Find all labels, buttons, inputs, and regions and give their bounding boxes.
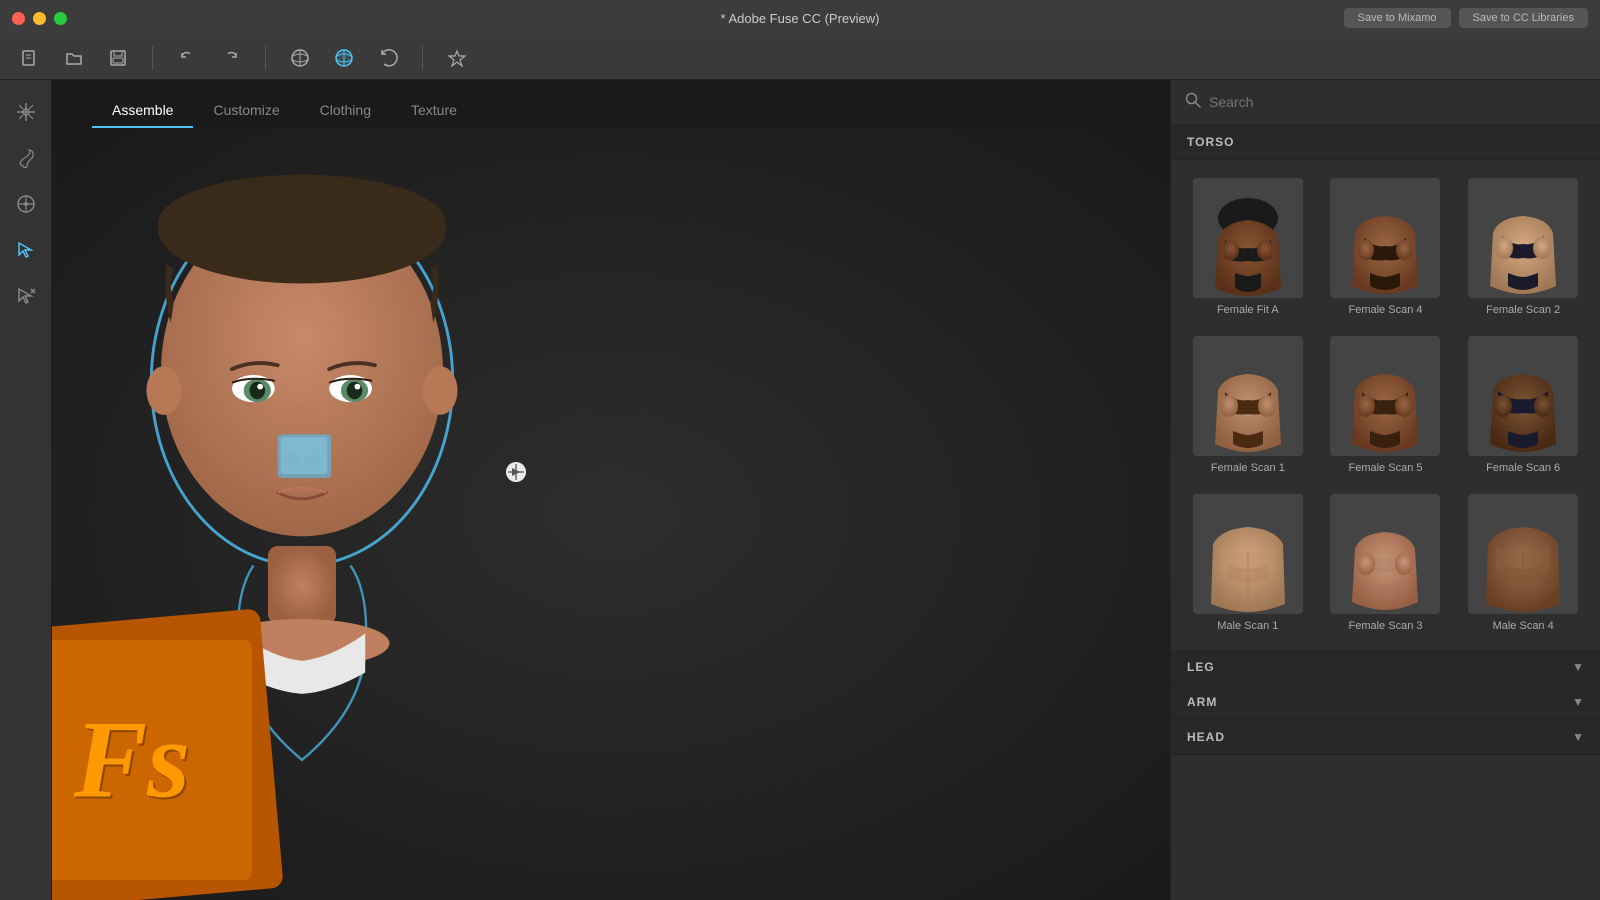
favorite-icon[interactable]	[443, 44, 471, 72]
leg-label: LEG	[1187, 660, 1215, 674]
torso-label-female-scan-3: Female Scan 3	[1349, 620, 1423, 632]
torso-thumb-female-scan-5	[1330, 336, 1440, 456]
character-area: Fs	[52, 128, 1170, 900]
torso-item-male-scan-4[interactable]: Male Scan 4	[1458, 488, 1588, 638]
torso-thumb-female-scan-1	[1193, 336, 1303, 456]
titlebar: * Adobe Fuse CC (Preview) Save to Mixamo…	[0, 0, 1600, 36]
left-sidebar	[0, 80, 52, 900]
right-scroll[interactable]: TORSO	[1171, 125, 1600, 900]
separator-2	[265, 46, 266, 70]
torso-label-female-scan-1: Female Scan 1	[1211, 462, 1285, 474]
adobe-fuse-logo: Fs	[52, 620, 272, 900]
tab-texture[interactable]: Texture	[391, 94, 477, 128]
redo-icon[interactable]	[217, 44, 245, 72]
torso-label-female-scan-5: Female Scan 5	[1349, 462, 1423, 474]
torso-grid: Female Fit A	[1171, 160, 1600, 650]
select3d-icon[interactable]	[330, 44, 358, 72]
window-controls	[12, 12, 67, 25]
torso-label-male-scan-4: Male Scan 4	[1493, 620, 1554, 632]
torso-item-female-scan-2[interactable]: Female Scan 2	[1458, 172, 1588, 322]
paint-sidebar-icon[interactable]	[10, 142, 42, 174]
window-title: * Adobe Fuse CC (Preview)	[721, 11, 880, 26]
torso-item-female-scan-4[interactable]: Female Scan 4	[1321, 172, 1451, 322]
torso-item-female-scan-5[interactable]: Female Scan 5	[1321, 330, 1451, 480]
torso-item-male-scan-1[interactable]: Male Scan 1	[1183, 488, 1313, 638]
tab-assemble[interactable]: Assemble	[92, 94, 193, 128]
toolbar	[0, 36, 1600, 80]
torso-thumb-female-scan-3	[1330, 494, 1440, 614]
leg-section-header[interactable]: LEG ▼	[1171, 650, 1600, 685]
separator-3	[422, 46, 423, 70]
torso-label-female-scan-2: Female Scan 2	[1486, 304, 1560, 316]
new-icon[interactable]	[16, 44, 44, 72]
body3d-icon[interactable]	[286, 44, 314, 72]
head-label: HEAD	[1187, 730, 1225, 744]
torso-item-female-scan-3[interactable]: Female Scan 3	[1321, 488, 1451, 638]
torso-label-female-fit-a: Female Fit A	[1217, 304, 1279, 316]
arm-label: ARM	[1187, 695, 1217, 709]
arm-section-header[interactable]: ARM ▼	[1171, 685, 1600, 720]
head-chevron: ▼	[1572, 730, 1584, 744]
torso-label-male-scan-1: Male Scan 1	[1217, 620, 1278, 632]
tab-clothing[interactable]: Clothing	[300, 94, 391, 128]
move-sidebar-icon[interactable]	[10, 188, 42, 220]
torso-thumb-female-scan-4	[1330, 178, 1440, 298]
head-section-header[interactable]: HEAD ▼	[1171, 720, 1600, 755]
minimize-button[interactable]	[33, 12, 46, 25]
undo-icon[interactable]	[173, 44, 201, 72]
right-panel: TORSO	[1170, 80, 1600, 900]
torso-thumb-female-scan-6	[1468, 336, 1578, 456]
search-icon	[1185, 92, 1201, 112]
torso-thumb-male-scan-4	[1468, 494, 1578, 614]
save-icon[interactable]	[104, 44, 132, 72]
torso-item-female-fit-a[interactable]: Female Fit A	[1183, 172, 1313, 322]
torso-thumb-female-fit-a	[1193, 178, 1303, 298]
torso-label-female-scan-6: Female Scan 6	[1486, 462, 1560, 474]
transform-sidebar-icon[interactable]	[10, 96, 42, 128]
bottom-sections: LEG ▼ ARM ▼ HEAD ▼	[1171, 650, 1600, 755]
top-right-buttons: Save to Mixamo Save to CC Libraries	[1344, 8, 1588, 28]
addpart-sidebar-icon[interactable]	[10, 280, 42, 312]
save-mixamo-button[interactable]: Save to Mixamo	[1344, 8, 1451, 28]
torso-item-female-scan-6[interactable]: Female Scan 6	[1458, 330, 1588, 480]
leg-chevron: ▼	[1572, 660, 1584, 674]
torso-thumb-female-scan-2	[1468, 178, 1578, 298]
nav-tabs: Assemble Customize Clothing Texture	[52, 80, 1170, 128]
torso-thumb-male-scan-1	[1193, 494, 1303, 614]
select-sidebar-icon[interactable]	[10, 234, 42, 266]
tab-customize[interactable]: Customize	[193, 94, 299, 128]
search-bar	[1171, 80, 1600, 125]
torso-section-header[interactable]: TORSO	[1171, 125, 1600, 160]
open-icon[interactable]	[60, 44, 88, 72]
save-cc-button[interactable]: Save to CC Libraries	[1459, 8, 1589, 28]
torso-item-female-scan-1[interactable]: Female Scan 1	[1183, 330, 1313, 480]
search-input[interactable]	[1209, 94, 1586, 110]
main-layout: Assemble Customize Clothing Texture	[0, 80, 1600, 900]
maximize-button[interactable]	[54, 12, 67, 25]
arm-chevron: ▼	[1572, 695, 1584, 709]
torso-label-female-scan-4: Female Scan 4	[1349, 304, 1423, 316]
torso-label: TORSO	[1187, 135, 1234, 149]
separator-1	[152, 46, 153, 70]
rotate3d-icon[interactable]	[374, 44, 402, 72]
viewport[interactable]: Assemble Customize Clothing Texture	[52, 80, 1170, 900]
close-button[interactable]	[12, 12, 25, 25]
